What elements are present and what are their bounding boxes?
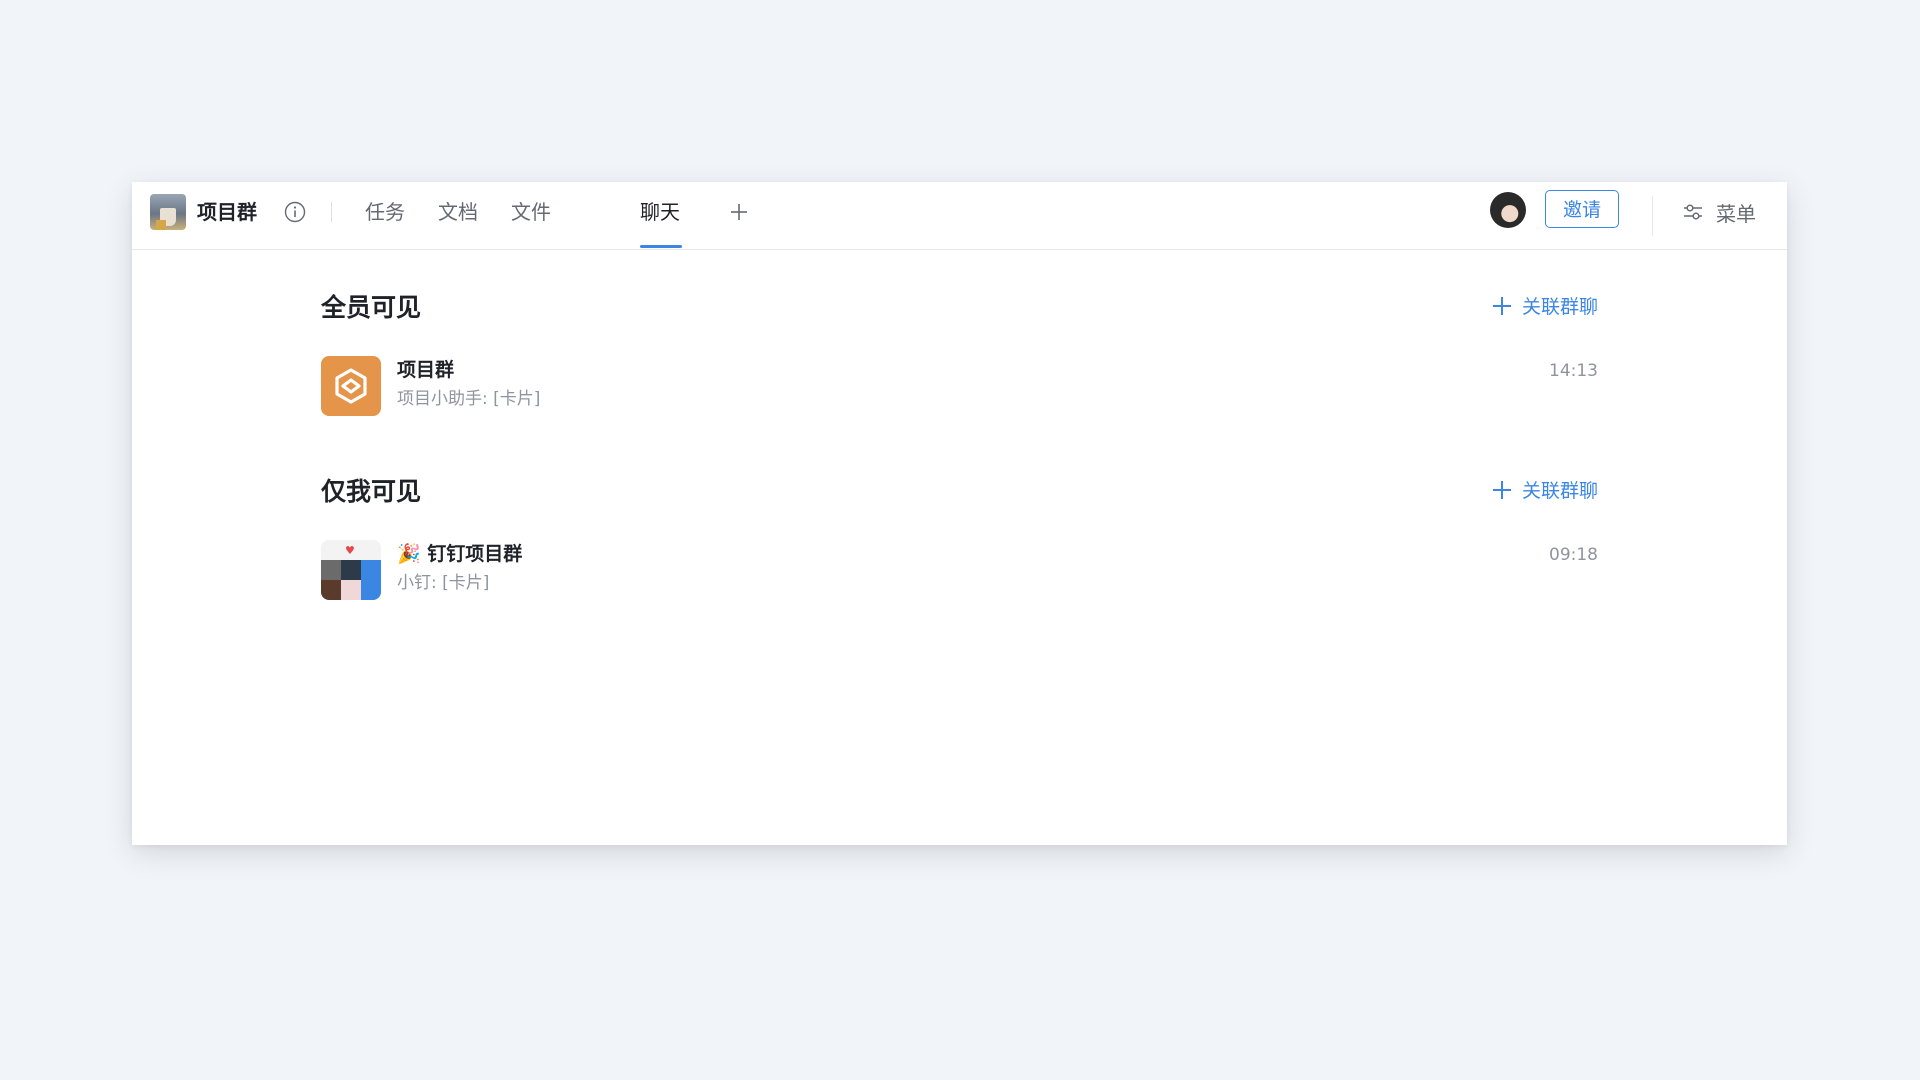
- plus-icon: [1492, 296, 1511, 315]
- settings-sliders-icon: [1684, 204, 1702, 220]
- tab-files[interactable]: 文件: [511, 200, 551, 224]
- active-tab-indicator: [640, 245, 682, 248]
- user-avatar[interactable]: [1490, 192, 1526, 228]
- chat-name: 🎉 钉钉项目群: [397, 543, 523, 565]
- chat-preview: 项目小助手: [卡片]: [397, 389, 541, 409]
- link-group-chat-label: 关联群聊: [1521, 296, 1598, 318]
- chat-preview: 小钉: [卡片]: [397, 573, 490, 593]
- tab-docs[interactable]: 文档: [438, 200, 478, 224]
- link-group-chat-button[interactable]: 关联群聊: [1492, 476, 1598, 503]
- header-bar: 项目群 任务 文档 文件 聊天 邀请 菜单: [132, 182, 1787, 250]
- tab-chat[interactable]: 聊天: [640, 200, 680, 224]
- add-tab-icon[interactable]: [728, 201, 750, 223]
- project-hexagon-icon: [321, 356, 381, 416]
- plus-icon: [1492, 480, 1511, 499]
- chat-time: 09:18: [1549, 545, 1598, 565]
- link-group-chat-button[interactable]: 关联群聊: [1492, 292, 1598, 319]
- chat-list-item[interactable]: ♥ 🎉 钉钉项目群 小钉: [卡片] 09:18: [321, 540, 1598, 600]
- header-divider-right: [1652, 196, 1653, 236]
- link-group-chat-label: 关联群聊: [1521, 480, 1598, 502]
- section-title-private: 仅我可见: [321, 477, 422, 506]
- chat-time: 14:13: [1549, 361, 1598, 381]
- menu-label: 菜单: [1716, 201, 1756, 226]
- project-avatar[interactable]: [150, 194, 186, 230]
- chat-list-item[interactable]: 项目群 项目小助手: [卡片] 14:13: [321, 356, 1598, 416]
- group-collage-avatar: ♥: [321, 540, 381, 600]
- info-icon[interactable]: [284, 201, 306, 223]
- header-divider: [331, 202, 332, 222]
- project-title: 项目群: [197, 200, 257, 224]
- chat-name: 项目群: [397, 359, 455, 381]
- project-window: 项目群 任务 文档 文件 聊天 邀请 菜单 全员可见 关联群聊 项目群 项目小助…: [132, 182, 1787, 845]
- menu-button[interactable]: 菜单: [1682, 198, 1756, 226]
- invite-button[interactable]: 邀请: [1545, 190, 1619, 228]
- tab-tasks[interactable]: 任务: [365, 200, 405, 224]
- section-title-public: 全员可见: [321, 293, 422, 322]
